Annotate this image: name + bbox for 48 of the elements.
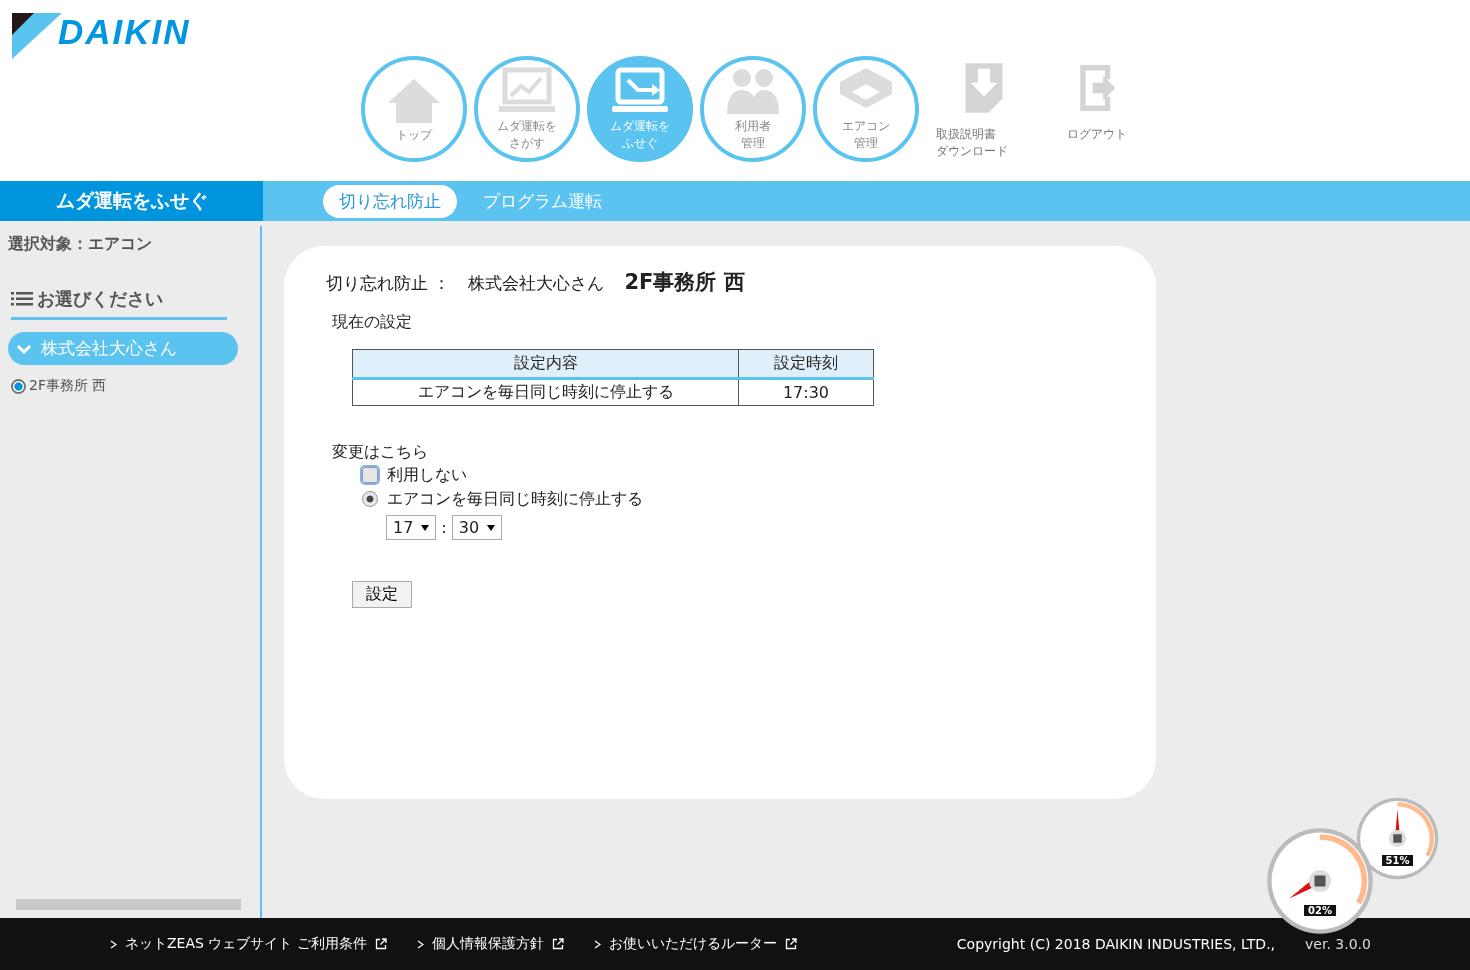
location-name: 2F事務所 西 [624, 269, 745, 296]
gauge-reading: 02% [1304, 905, 1336, 917]
nav-item[interactable]: 利用者 管理 [699, 56, 806, 162]
horizontal-scrollbar[interactable] [16, 899, 241, 910]
list-icon [11, 292, 33, 306]
dropdown-arrow-icon [487, 524, 496, 531]
change-label: 変更はこちら [332, 442, 429, 463]
dropdown-arrow-icon [421, 524, 430, 531]
radio-button[interactable] [362, 467, 378, 483]
table-cell: 17:30 [738, 378, 874, 406]
external-link-icon [784, 938, 797, 950]
gauge-reading: 51% [1381, 854, 1414, 866]
section-title: ムダ運転をふせぐ [0, 181, 263, 221]
nav-item[interactable]: トップ [360, 56, 467, 162]
option-label[interactable]: 利用しない [387, 464, 467, 486]
logo-text: DAIKIN [58, 12, 191, 52]
radio-button[interactable] [362, 491, 378, 507]
sub-tab[interactable]: 切り忘れ防止 [323, 184, 457, 218]
chevron-right-icon [593, 939, 601, 949]
nav-item[interactable]: エアコン 管理 [812, 56, 919, 162]
table-cell: エアコンを毎日同じ時刻に停止する [352, 378, 739, 406]
footer-link[interactable]: お使いいただけるルーター [593, 935, 797, 953]
chevron-right-icon [416, 939, 424, 949]
external-link-icon [374, 938, 387, 950]
radio-button[interactable] [11, 378, 26, 394]
utility-link[interactable]: 取扱説明書 ダウンロード [935, 56, 1032, 160]
hour-select[interactable]: 17 [386, 515, 437, 540]
minute-select[interactable]: 30 [451, 515, 503, 540]
footer-link[interactable]: ネットZEAS ウェブサイト ご利用条件 [110, 935, 387, 953]
submit-button[interactable]: 設定 [352, 581, 412, 608]
page-title: 切り忘れ防止 ： [326, 272, 451, 295]
time-separator: : [441, 518, 447, 537]
current-settings-label: 現在の設定 [332, 312, 413, 333]
external-link-icon [551, 938, 564, 950]
footer-link[interactable]: 個人情報保護方針 [416, 935, 564, 953]
company-name: 株式会社大心さん [468, 272, 605, 295]
chevron-right-icon [110, 939, 117, 949]
column-header: 設定時刻 [738, 349, 874, 379]
selection-target: 選択対象：エアコン [8, 234, 153, 255]
utility-link[interactable]: ログアウト [1048, 56, 1145, 143]
copyright-text: Copyright (C) 2018 DAIKIN INDUSTRIES, LTD., [956, 936, 1276, 952]
option-label[interactable]: エアコンを毎日同じ時刻に停止する [387, 488, 643, 510]
version-text: ver. 3.0.0 [1305, 936, 1371, 952]
nav-item[interactable]: ムダ運転を さがす [473, 56, 580, 162]
column-header: 設定内容 [352, 349, 739, 379]
heading-text: お選びください [37, 287, 163, 311]
location-item[interactable]: 2F事務所 西 [29, 377, 107, 395]
chevron-icon [16, 343, 32, 354]
